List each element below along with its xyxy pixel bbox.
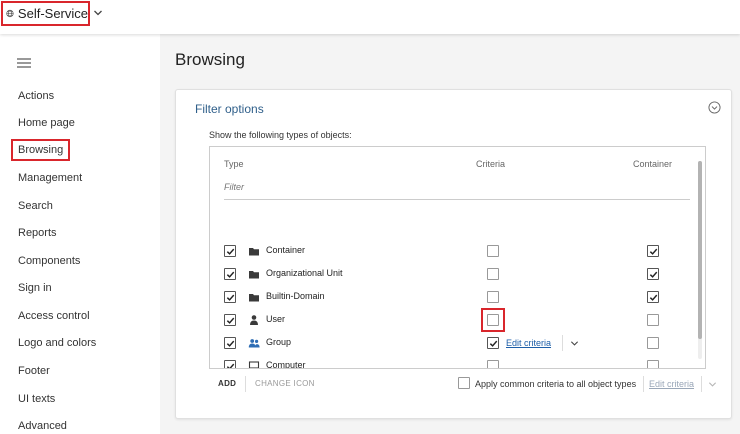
computer-icon: [248, 361, 260, 368]
criteria-checkbox[interactable]: [487, 268, 499, 280]
row-type-label: Builtin-Domain: [266, 291, 325, 301]
container-checkbox[interactable]: [647, 291, 659, 303]
sidebar-item-advanced[interactable]: Advanced: [18, 418, 67, 434]
scrollbar-thumb[interactable]: [698, 161, 702, 339]
folder-icon: [249, 248, 259, 256]
container-checkbox[interactable]: [647, 360, 659, 368]
type-checkbox[interactable]: [224, 314, 236, 326]
type-checkbox[interactable]: [224, 337, 236, 349]
table-row: Organizational Unit: [210, 264, 690, 284]
app-switcher[interactable]: Self-Service: [1, 1, 90, 26]
user-icon: [250, 315, 258, 325]
intro-text: Show the following types of objects:: [209, 130, 352, 140]
table-toolbar: ADD CHANGE ICON Apply common criteria to…: [209, 375, 719, 393]
hamburger-menu-icon[interactable]: [17, 58, 31, 68]
container-checkbox[interactable]: [647, 268, 659, 280]
criteria-checkbox[interactable]: [487, 245, 499, 257]
sidebar-item-footer[interactable]: Footer: [18, 363, 50, 379]
filter-underline: [224, 199, 690, 200]
common-edit-criteria-link[interactable]: Edit criteria: [649, 379, 694, 389]
container-checkbox[interactable]: [647, 245, 659, 257]
app-title: Self-Service: [17, 6, 88, 21]
group-icon: [248, 339, 260, 348]
row-type-label: Computer: [266, 360, 306, 369]
table-row: User: [210, 308, 690, 332]
sidebar-item-search[interactable]: Search: [18, 198, 53, 214]
column-header-type: Type: [224, 159, 244, 169]
row-type-label: Group: [266, 337, 292, 347]
column-header-criteria: Criteria: [476, 159, 506, 169]
column-header-container: Container: [633, 159, 673, 169]
chevron-down-icon[interactable]: [93, 8, 103, 18]
sidebar-item-sign-in[interactable]: Sign in: [18, 280, 52, 296]
common-criteria-label: Apply common criteria to all object type…: [475, 379, 637, 389]
edit-criteria-divider: [562, 335, 563, 351]
table-row: Computer: [210, 356, 690, 369]
sidebar-item-home-page[interactable]: Home page: [18, 115, 75, 131]
sidebar-item-access-control[interactable]: Access control: [18, 308, 90, 324]
chevron-down-icon[interactable]: [570, 339, 579, 348]
criteria-checkbox[interactable]: [487, 360, 499, 368]
row-type-label: User: [266, 314, 286, 324]
toolbar-divider: [643, 376, 644, 392]
sidebar-item-ui-texts[interactable]: UI texts: [18, 391, 55, 407]
filter-input[interactable]: Filter: [224, 182, 244, 192]
row-type-label: Container: [266, 245, 306, 255]
folder-icon: [249, 294, 259, 302]
add-button[interactable]: ADD: [218, 379, 236, 388]
sidebar-item-reports[interactable]: Reports: [18, 225, 57, 241]
table-row: Group Edit criteria: [210, 333, 690, 353]
sidebar-item-components[interactable]: Components: [18, 253, 80, 269]
criteria-checkbox[interactable]: [487, 291, 499, 303]
globe-icon: [6, 9, 14, 18]
container-checkbox[interactable]: [647, 337, 659, 349]
sidebar-item-browsing[interactable]: Browsing: [11, 139, 71, 161]
criteria-checkbox[interactable]: [487, 337, 499, 349]
sidebar-item-actions[interactable]: Actions: [18, 88, 54, 104]
page-title: Browsing: [175, 50, 245, 69]
table-row: Container: [210, 241, 690, 261]
container-checkbox[interactable]: [647, 314, 659, 326]
sidebar-item-management[interactable]: Management: [18, 170, 82, 186]
filter-options-header: Filter options: [195, 102, 264, 116]
edit-criteria-link[interactable]: Edit criteria: [506, 338, 551, 348]
chevron-down-icon[interactable]: [708, 380, 717, 389]
type-checkbox[interactable]: [224, 360, 236, 368]
change-icon-button[interactable]: CHANGE ICON: [255, 379, 315, 388]
criteria-highlight-box: [481, 308, 505, 332]
row-type-label: Organizational Unit: [266, 268, 343, 278]
folder-icon: [249, 271, 259, 279]
toolbar-divider: [701, 376, 702, 392]
table-row: Builtin-Domain: [210, 287, 690, 307]
type-checkbox[interactable]: [224, 291, 236, 303]
filter-options-card: Filter options Show the following types …: [175, 89, 732, 419]
sidebar-item-logo-and-colors[interactable]: Logo and colors: [18, 335, 96, 351]
type-checkbox[interactable]: [224, 268, 236, 280]
top-bar: Self-Service: [0, 0, 740, 34]
common-criteria-checkbox[interactable]: [458, 377, 470, 389]
type-checkbox[interactable]: [224, 245, 236, 257]
toolbar-divider: [245, 376, 246, 392]
object-types-table: Type Criteria Container Filter Container…: [209, 146, 706, 369]
sidebar: Actions Home page Browsing Management Search…: [0, 34, 160, 434]
collapse-chevron-icon[interactable]: [708, 101, 721, 114]
